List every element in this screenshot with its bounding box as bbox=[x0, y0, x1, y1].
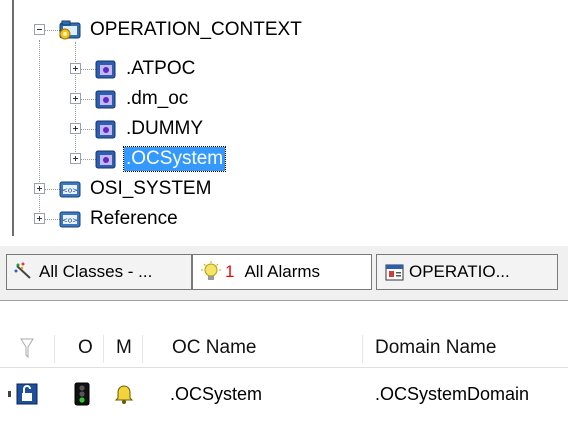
tree-node-label-selected: .OCSystem bbox=[122, 146, 227, 172]
tab-all-classes[interactable]: All Classes - ... bbox=[6, 254, 192, 290]
alarm-count-badge: 1 bbox=[225, 262, 235, 281]
tab-label: All Classes - ... bbox=[39, 262, 153, 281]
object-grid: O M OC Name Domain Name .OCSystem .OCSys… bbox=[0, 301, 568, 436]
tree-node-label: Reference bbox=[90, 208, 178, 229]
svg-text:<o>: <o> bbox=[62, 217, 78, 225]
domain-node-icon bbox=[94, 88, 118, 110]
tree-node-dm-oc[interactable]: .dm_oc bbox=[94, 86, 190, 112]
all-classes-icon bbox=[13, 262, 35, 282]
tab-operation[interactable]: OPERATIO... bbox=[376, 254, 558, 290]
tab-strip: All Classes - ... 1 All Alarms OPERATIO.… bbox=[0, 246, 568, 301]
grid-header: O M OC Name Domain Name bbox=[0, 329, 568, 368]
status-light-icon bbox=[74, 377, 90, 411]
filter-icon[interactable] bbox=[20, 329, 34, 367]
expand-toggle[interactable] bbox=[70, 123, 81, 134]
tree-node-dummy[interactable]: .DUMMY bbox=[94, 116, 205, 142]
expand-toggle[interactable] bbox=[34, 183, 45, 194]
tree-node-operation-context[interactable]: OPERATION_CONTEXT bbox=[58, 17, 304, 43]
tree-node-label: OSI_SYSTEM bbox=[90, 178, 212, 199]
class-folder-icon: <o> bbox=[58, 178, 82, 200]
tree-node-label: .dm_oc bbox=[126, 88, 189, 109]
tree-node-label: OPERATION_CONTEXT bbox=[90, 19, 302, 40]
domain-node-icon bbox=[94, 148, 118, 170]
row-marker bbox=[8, 391, 11, 397]
bell-icon bbox=[114, 377, 134, 411]
column-header-o[interactable]: O bbox=[78, 329, 93, 367]
tab-label: All Alarms bbox=[244, 262, 321, 281]
class-folder-icon: <o> bbox=[58, 208, 82, 230]
column-header-domain-name[interactable]: Domain Name bbox=[375, 329, 496, 367]
operation-context-folder-icon bbox=[58, 19, 82, 41]
collapse-toggle[interactable] bbox=[34, 24, 45, 35]
table-row[interactable]: .OCSystem .OCSystemDomain bbox=[0, 377, 568, 411]
tree-node-label: .DUMMY bbox=[126, 118, 204, 139]
column-divider bbox=[54, 335, 55, 363]
column-divider bbox=[142, 335, 143, 363]
tree-node-atpoc[interactable]: .ATPOC bbox=[94, 56, 197, 82]
expand-toggle[interactable] bbox=[70, 153, 81, 164]
column-divider bbox=[362, 335, 363, 363]
column-divider bbox=[103, 335, 104, 363]
lightbulb-icon bbox=[201, 261, 221, 283]
column-header-oc-name[interactable]: OC Name bbox=[172, 329, 256, 367]
domain-node-icon bbox=[94, 118, 118, 140]
cell-domain-name: .OCSystemDomain bbox=[375, 384, 530, 404]
lock-icon bbox=[16, 377, 38, 411]
tree-node-label: .ATPOC bbox=[126, 58, 196, 79]
domain-node-icon bbox=[94, 58, 118, 80]
expand-toggle[interactable] bbox=[70, 63, 81, 74]
tab-all-alarms[interactable]: 1 All Alarms bbox=[192, 254, 372, 290]
tree-border bbox=[12, 0, 14, 236]
svg-text:<o>: <o> bbox=[62, 187, 78, 195]
tree-view[interactable]: OPERATION_CONTEXT .ATPOC .dm_oc .DUMMY .… bbox=[0, 0, 568, 236]
cell-oc-name: .OCSystem bbox=[170, 384, 263, 404]
expand-toggle[interactable] bbox=[34, 213, 45, 224]
tab-label: OPERATIO... bbox=[409, 262, 510, 281]
column-header-m[interactable]: M bbox=[116, 329, 132, 367]
tree-node-ocsystem[interactable]: .OCSystem bbox=[94, 146, 227, 172]
tree-node-osi-system[interactable]: <o> OSI_SYSTEM bbox=[58, 176, 213, 202]
expand-toggle[interactable] bbox=[70, 93, 81, 104]
properties-icon bbox=[385, 262, 405, 282]
tree-node-reference[interactable]: <o> Reference bbox=[58, 206, 180, 232]
